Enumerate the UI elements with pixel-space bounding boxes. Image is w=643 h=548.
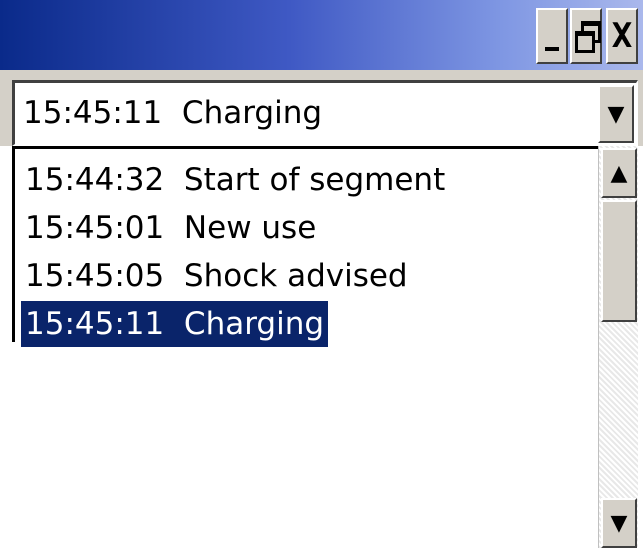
minimize-icon [545, 47, 559, 51]
vertical-scrollbar[interactable]: ▲ ▼ [598, 146, 638, 548]
dropdown-button[interactable]: ▼ [598, 85, 634, 143]
event-list: 15:44:32 Start of segment 15:45:01 New u… [12, 146, 600, 347]
list-item[interactable]: 15:45:01 New use [21, 205, 320, 251]
scroll-down-button[interactable]: ▼ [601, 498, 637, 548]
list-item[interactable]: 15:44:32 Start of segment [21, 157, 449, 203]
chevron-up-icon: ▲ [610, 160, 628, 186]
close-icon: X [611, 16, 633, 56]
chevron-down-icon: ▼ [610, 510, 628, 536]
title-bar: X [0, 0, 643, 70]
close-button[interactable]: X [606, 8, 638, 64]
minimize-button[interactable] [536, 8, 568, 64]
list-item-selected[interactable]: 15:45:11 Charging [21, 301, 329, 347]
restore-icon [575, 21, 601, 53]
scroll-thumb[interactable] [601, 200, 637, 322]
restore-button[interactable] [570, 8, 602, 64]
chevron-down-icon: ▼ [607, 101, 625, 127]
scroll-up-button[interactable]: ▲ [601, 148, 637, 198]
event-combobox[interactable]: 15:45:11 Charging ▼ [12, 80, 638, 146]
combo-selected-value: 15:45:11 Charging [23, 95, 323, 131]
list-item[interactable]: 15:45:05 Shock advised [21, 253, 412, 299]
